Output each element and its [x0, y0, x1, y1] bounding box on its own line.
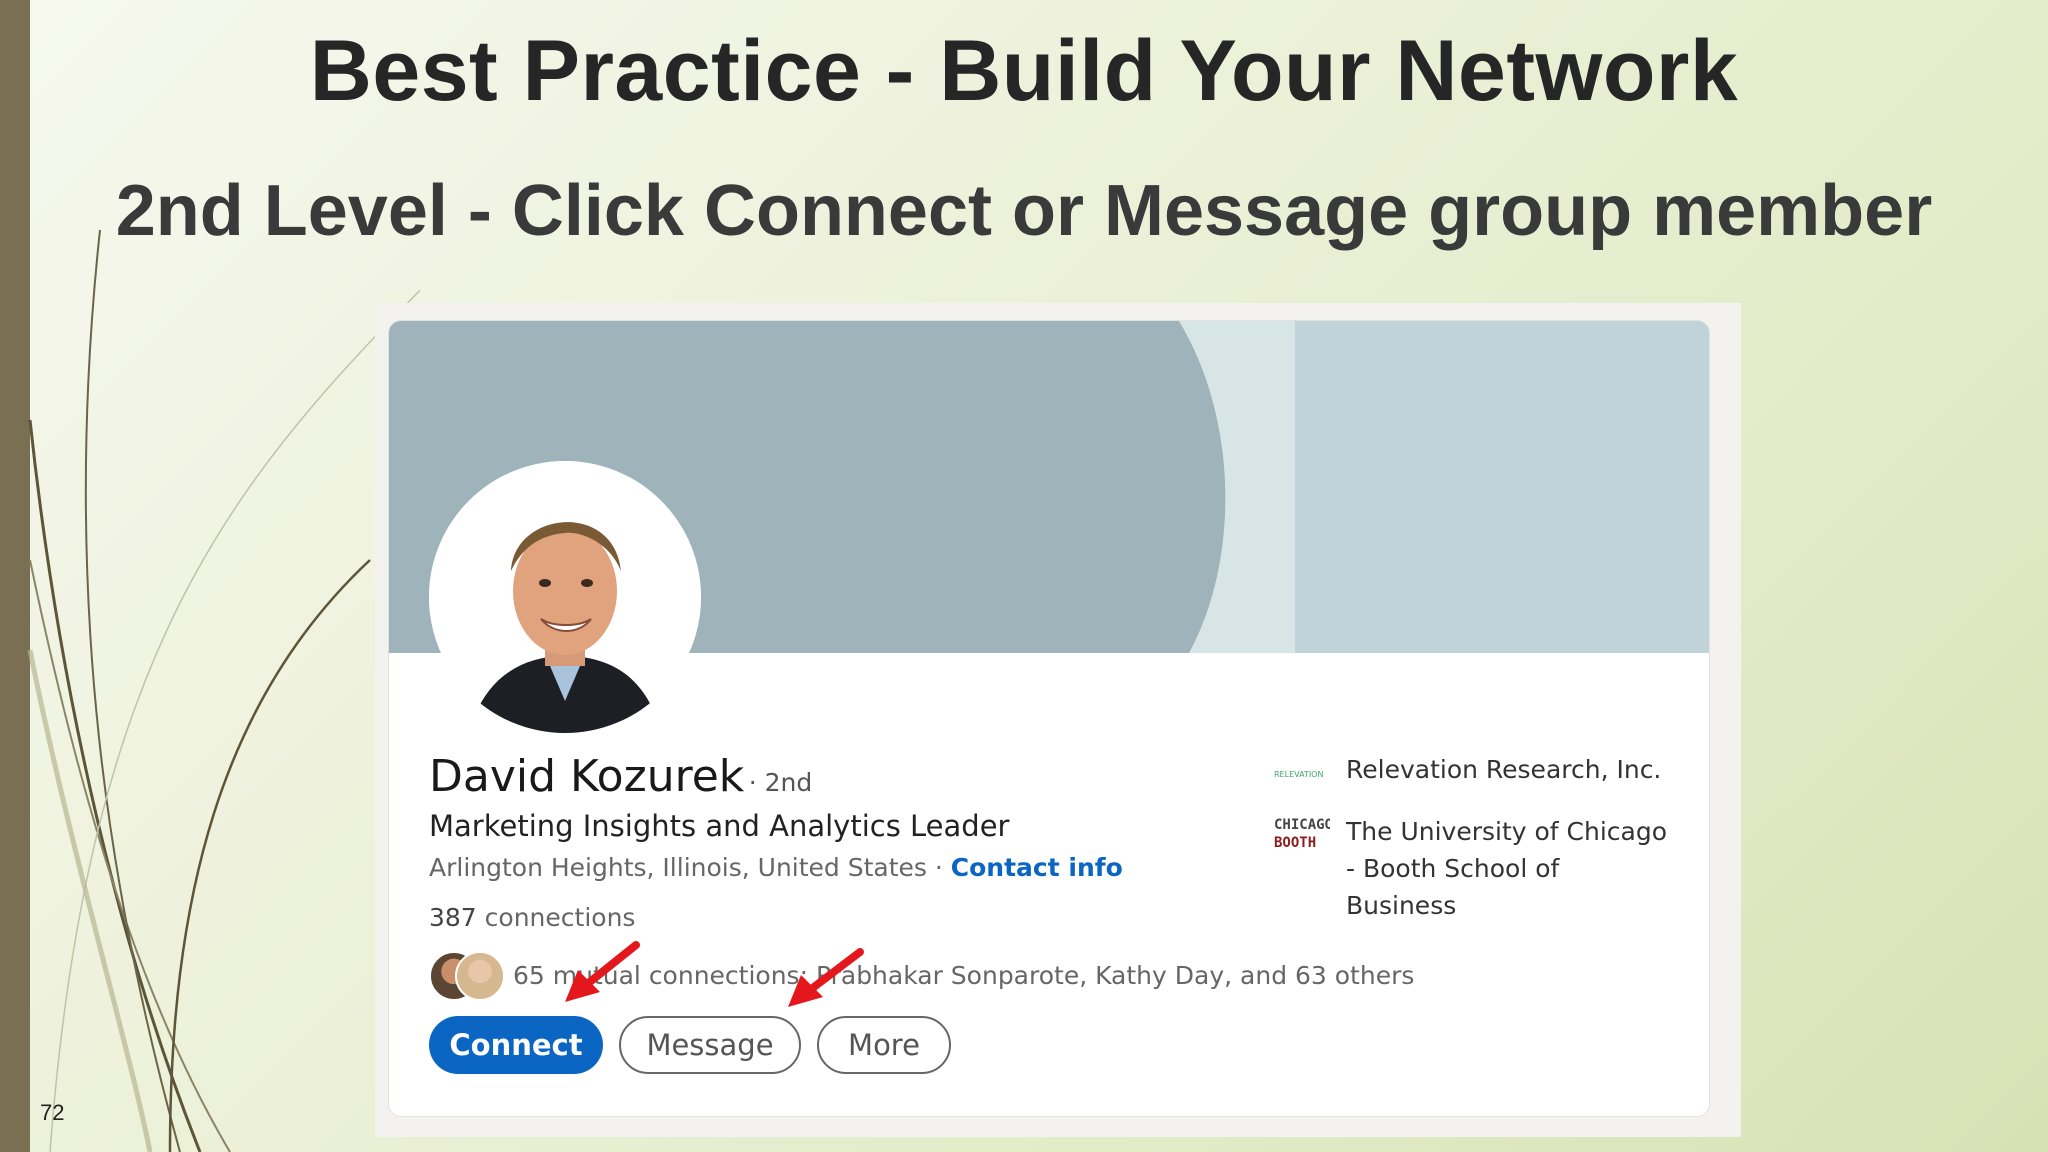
profile-location-line: Arlington Heights, Illinois, United Stat…	[429, 853, 1123, 882]
experience-org: Relevation Research, Inc.	[1346, 755, 1662, 784]
svg-text:BOOTH: BOOTH	[1274, 835, 1316, 851]
slide-subtitle: 2nd Level - Click Connect or Message gro…	[115, 171, 1933, 251]
connections-label: connections	[476, 903, 636, 932]
profile-photo[interactable]	[429, 461, 701, 733]
relevation-logo-icon: RELEVATION	[1274, 751, 1330, 795]
chicago-booth-logo-icon: CHICAGO BOOTH	[1274, 813, 1330, 857]
mutual-connections-text: 65 mutual connections: Prabhakar Sonparo…	[513, 960, 1415, 990]
profile-name-line: David Kozurek · 2nd	[429, 751, 812, 802]
location-separator: ·	[926, 853, 951, 882]
linkedin-profile-screenshot: David Kozurek · 2nd Marketing Insights a…	[375, 303, 1741, 1137]
slide-page-number: 72	[40, 1100, 65, 1125]
mutual-avatar-stack	[429, 951, 509, 1001]
experience-item[interactable]: RELEVATION Relevation Research, Inc.	[1274, 751, 1676, 795]
mutual-connections[interactable]: 65 mutual connections: Prabhakar Sonparo…	[429, 949, 1414, 1001]
contact-info-link[interactable]: Contact info	[951, 853, 1123, 882]
profile-name: David Kozurek	[429, 751, 745, 802]
connections-count[interactable]: 387 connections	[429, 903, 635, 932]
profile-location: Arlington Heights, Illinois, United Stat…	[429, 853, 927, 882]
message-button[interactable]: Message	[619, 1016, 801, 1074]
connections-number: 387	[429, 903, 477, 932]
slide-title: Best Practice - Build Your Network	[309, 23, 1739, 119]
connect-button[interactable]: Connect	[429, 1016, 603, 1074]
experience-education-list: RELEVATION Relevation Research, Inc. CHI…	[1274, 751, 1676, 942]
profile-card: David Kozurek · 2nd Marketing Insights a…	[389, 321, 1709, 1116]
svg-text:CHICAGO: CHICAGO	[1274, 817, 1330, 833]
profile-headline: Marketing Insights and Analytics Leader	[429, 809, 1010, 843]
education-org: The University of Chicago - Booth School…	[1346, 817, 1668, 920]
more-button[interactable]: More	[817, 1016, 951, 1074]
svg-text:RELEVATION: RELEVATION	[1274, 770, 1323, 779]
connection-degree-badge: · 2nd	[748, 768, 813, 797]
mutual-avatar-icon	[455, 951, 505, 1001]
profile-actions: Connect Message More	[429, 1016, 951, 1074]
education-item[interactable]: CHICAGO BOOTH The University of Chicago …	[1274, 813, 1676, 924]
